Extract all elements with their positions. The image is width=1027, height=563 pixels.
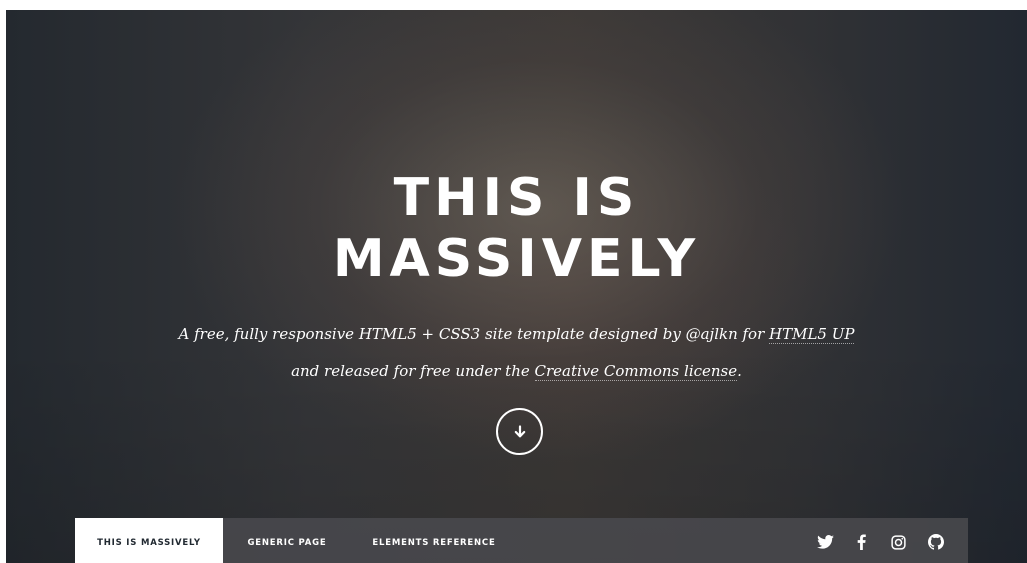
tagline: A free, fully responsive HTML5 + CSS3 si…	[6, 316, 1027, 390]
creative-commons-link[interactable]: Creative Commons license	[534, 362, 738, 381]
nav-item-this-is-massively[interactable]: THIS IS MASSIVELY	[75, 518, 223, 563]
twitter-link[interactable]	[815, 532, 835, 552]
arrow-down-icon	[514, 424, 525, 437]
github-link[interactable]	[926, 532, 946, 552]
tagline-text-3: .	[737, 362, 742, 380]
nav-item-generic-page[interactable]: GENERIC PAGE	[237, 518, 337, 563]
scroll-down-button[interactable]	[496, 408, 543, 455]
facebook-icon	[857, 534, 866, 550]
twitter-icon	[816, 535, 834, 549]
github-icon	[928, 534, 944, 550]
hero-section: THIS IS MASSIVELY A free, fully responsi…	[6, 10, 1027, 563]
tagline-line-2: and released for free under the Creative…	[6, 353, 1027, 390]
page-title: THIS IS MASSIVELY	[6, 168, 1027, 290]
facebook-link[interactable]	[851, 532, 871, 552]
instagram-link[interactable]	[888, 532, 908, 552]
tagline-line-1: A free, fully responsive HTML5 + CSS3 si…	[6, 316, 1027, 353]
nav-item-elements-reference[interactable]: ELEMENTS REFERENCE	[369, 518, 499, 563]
main-nav: THIS IS MASSIVELY GENERIC PAGE ELEMENTS …	[75, 518, 968, 563]
title-line-1: THIS IS	[393, 168, 640, 228]
tagline-text-1: A free, fully responsive HTML5 + CSS3 si…	[178, 325, 770, 343]
html5up-link[interactable]: HTML5 UP	[769, 325, 855, 344]
title-line-2: MASSIVELY	[332, 229, 701, 289]
instagram-icon	[890, 534, 906, 550]
tagline-text-2: and released for free under the	[291, 362, 535, 380]
